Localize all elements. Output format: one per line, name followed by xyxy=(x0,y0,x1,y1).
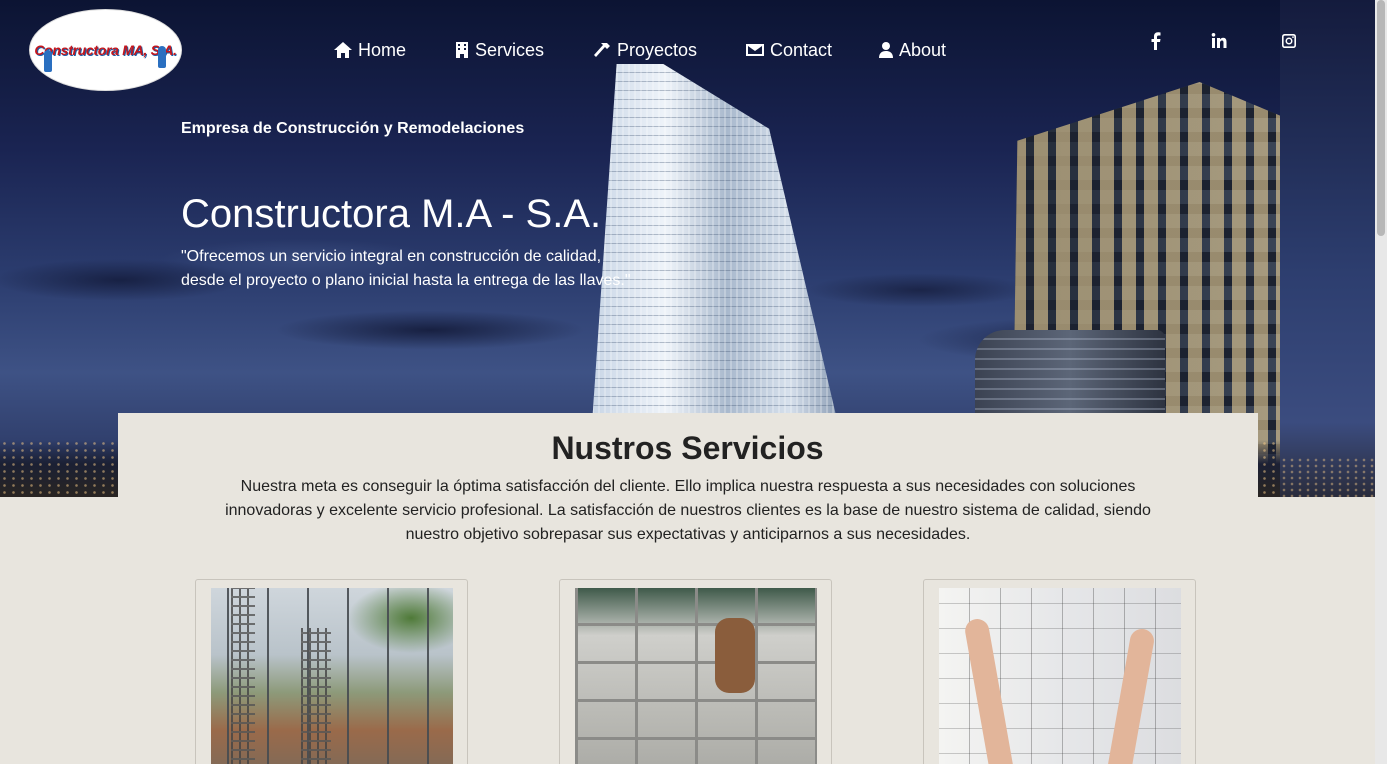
service-card[interactable] xyxy=(195,579,468,764)
block-wall-photo xyxy=(575,588,817,764)
hero-title: Constructora M.A - S.A. xyxy=(181,192,602,236)
main-nav: Home Services Proyectos Contact About xyxy=(333,38,946,62)
nav-home-label: Home xyxy=(358,39,407,60)
nav-services[interactable]: Services xyxy=(454,38,592,62)
nav-about[interactable]: About xyxy=(878,38,946,62)
building-icon xyxy=(454,41,470,59)
scrollbar-thumb[interactable] xyxy=(1377,0,1385,236)
nav-proyectos[interactable]: Proyectos xyxy=(592,38,745,62)
user-tie-icon xyxy=(878,41,894,59)
service-card[interactable] xyxy=(559,579,832,764)
nav-home[interactable]: Home xyxy=(333,38,454,62)
linkedin-icon[interactable] xyxy=(1211,32,1227,55)
worker-figure-icon xyxy=(44,50,52,72)
nav-services-label: Services xyxy=(475,39,545,60)
logo-text: Constructora MA, S.A. xyxy=(34,42,177,58)
hero-tagline: Empresa de Construcción y Remodelaciones xyxy=(181,120,525,137)
nav-about-label: About xyxy=(899,39,947,60)
company-logo[interactable]: Constructora MA, S.A. xyxy=(30,10,181,90)
service-card[interactable] xyxy=(923,579,1196,764)
hero-quote-line: desde el proyecto o plano inicial hasta … xyxy=(181,272,631,289)
hammer-icon xyxy=(592,41,612,59)
hero-quote: "Ofrecemos un servicio integral en const… xyxy=(181,245,641,293)
facebook-icon[interactable] xyxy=(1148,32,1164,55)
instagram-icon[interactable] xyxy=(1281,32,1297,55)
rebar-construction-photo xyxy=(211,588,453,764)
nav-contact-label: Contact xyxy=(770,39,833,60)
worker-figure-icon xyxy=(158,46,166,68)
home-icon xyxy=(333,41,353,59)
nav-contact[interactable]: Contact xyxy=(745,38,878,62)
services-title: Nustros Servicios xyxy=(551,430,824,466)
kitchen-remodel-photo xyxy=(939,588,1181,764)
nav-proyectos-label: Proyectos xyxy=(617,39,698,60)
hero-side-strip xyxy=(1280,0,1375,497)
envelope-icon xyxy=(745,41,765,59)
hero-quote-line: "Ofrecemos un servicio integral en const… xyxy=(181,248,602,265)
services-description: Nuestra meta es conseguir la óptima sati… xyxy=(225,478,1151,543)
page-scrollbar[interactable] xyxy=(1375,0,1387,764)
